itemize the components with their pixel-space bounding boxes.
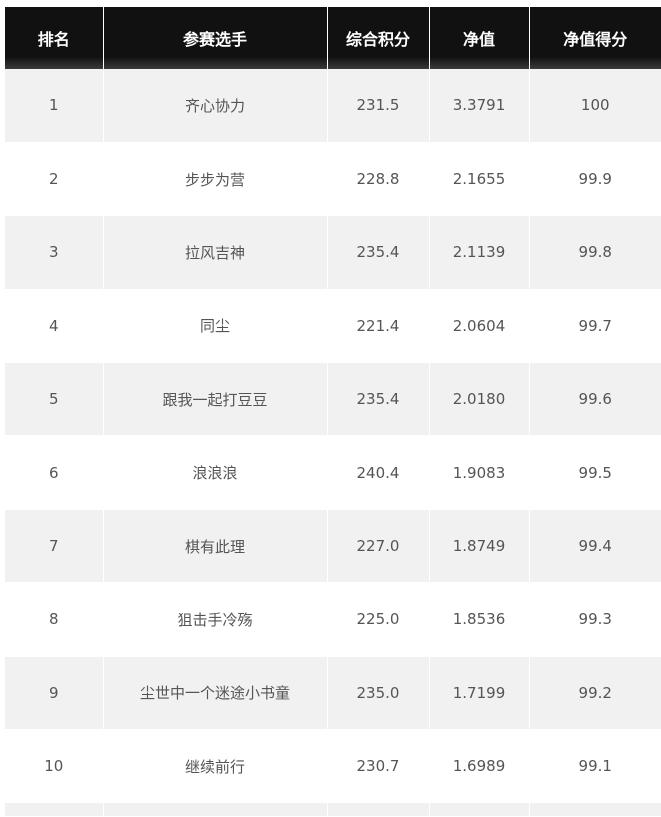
cell-total-score: 235.4 bbox=[326, 362, 429, 437]
cell-net-value-score: 99.2 bbox=[528, 656, 661, 731]
cell-total-score: 235.0 bbox=[326, 656, 429, 731]
cell-player: 跟我一起打豆豆 bbox=[102, 362, 327, 437]
cell-rank: 1 bbox=[5, 69, 103, 143]
cell-net-value: 2.1655 bbox=[428, 142, 529, 217]
cell-total-score: 230.7 bbox=[326, 729, 429, 804]
cell-total-score: 228.8 bbox=[326, 142, 429, 217]
ranking-table: 排名 参赛选手 综合积分 净值 净值得分 1 齐心协力 231.5 3.3791… bbox=[5, 7, 661, 817]
table-row: 8 狙击手冷殇 225.0 1.8536 99.3 bbox=[5, 582, 661, 657]
cell-total-score: 235.4 bbox=[326, 215, 429, 290]
table-row: 5 跟我一起打豆豆 235.4 2.0180 99.6 bbox=[5, 362, 661, 437]
cell-total-score: 227.0 bbox=[326, 509, 429, 584]
table-body: 1 齐心协力 231.5 3.3791 100 2 步步为营 228.8 2.1… bbox=[5, 69, 661, 817]
cell-player: 拉风吉神 bbox=[102, 215, 327, 290]
cell-net-value: 1.6989 bbox=[428, 729, 529, 804]
table-row: 2 步步为营 228.8 2.1655 99.9 bbox=[5, 142, 661, 217]
cell-player: 齐心协力 bbox=[102, 69, 327, 143]
header-row: 排名 参赛选手 综合积分 净值 净值得分 bbox=[5, 7, 661, 69]
cell-rank: 10 bbox=[5, 729, 103, 804]
cell-player: 尘世中一个迷途小书童 bbox=[102, 656, 327, 731]
cell-net-value: 1.7199 bbox=[428, 656, 529, 731]
cell-rank: 6 bbox=[5, 435, 103, 510]
cell-net-value-score: 99.5 bbox=[528, 435, 661, 510]
cell-net-value-score: 99.8 bbox=[528, 215, 661, 290]
cell-player: 浪浪浪 bbox=[102, 435, 327, 510]
cell-player: 同尘 bbox=[102, 289, 327, 364]
cell-total-score: 225.0 bbox=[326, 582, 429, 657]
cell-total-score: 231.5 bbox=[326, 69, 429, 143]
cell-net-value: 2.0180 bbox=[428, 362, 529, 437]
table-row: 6 浪浪浪 240.4 1.9083 99.5 bbox=[5, 435, 661, 510]
cell-net-value: 2.1139 bbox=[428, 215, 529, 290]
cell-net-value: 1.8749 bbox=[428, 509, 529, 584]
table-header: 排名 参赛选手 综合积分 净值 净值得分 bbox=[5, 7, 661, 69]
cell-rank: 4 bbox=[5, 289, 103, 364]
header-net-value-score: 净值得分 bbox=[528, 7, 661, 69]
header-rank: 排名 bbox=[37, 30, 70, 49]
cell-net-value: 3.3791 bbox=[428, 69, 529, 143]
cell-total-score: 221.4 bbox=[326, 289, 429, 364]
cell-rank: 7 bbox=[5, 509, 103, 584]
cell-rank: 2 bbox=[5, 142, 103, 217]
cell-net-value: 1.8536 bbox=[428, 582, 529, 657]
cell-net-value: 1.9083 bbox=[428, 435, 529, 510]
table-row: 4 同尘 221.4 2.0604 99.7 bbox=[5, 289, 661, 364]
cell-net-value-score: 99.9 bbox=[528, 142, 661, 217]
cell-net-value-score: 99.4 bbox=[528, 509, 661, 584]
cell-rank: 8 bbox=[5, 582, 103, 657]
table-row: 3 拉风吉神 235.4 2.1139 99.8 bbox=[5, 215, 661, 290]
cell-rank: 5 bbox=[5, 362, 103, 437]
table-row: 10 继续前行 230.7 1.6989 99.1 bbox=[5, 729, 661, 804]
cell-player: 棋有此理 bbox=[102, 509, 327, 584]
cell-player: 继续前行 bbox=[102, 729, 327, 804]
ranking-table-container: 排名 参赛选手 综合积分 净值 净值得分 1 齐心协力 231.5 3.3791… bbox=[5, 7, 661, 817]
cell-net-value-score: 99.1 bbox=[528, 729, 661, 804]
cell-net-value-score: 99.6 bbox=[528, 362, 661, 437]
header-player: 参赛选手 bbox=[102, 7, 327, 69]
cell-net-value-score: 99.3 bbox=[528, 582, 661, 657]
table-row: 9 尘世中一个迷途小书童 235.0 1.7199 99.2 bbox=[5, 656, 661, 731]
table-row: 1 齐心协力 231.5 3.3791 100 bbox=[5, 69, 661, 143]
cell-net-value-score: 99.7 bbox=[528, 289, 661, 364]
cell-rank: 3 bbox=[5, 215, 103, 290]
table-row-partial bbox=[5, 802, 661, 817]
cell-net-value: 2.0604 bbox=[428, 289, 529, 364]
cell-rank: 9 bbox=[5, 656, 103, 731]
cell-player: 狙击手冷殇 bbox=[102, 582, 327, 657]
cell-net-value-score: 100 bbox=[528, 69, 661, 143]
header-total-score: 综合积分 bbox=[326, 7, 429, 69]
cell-total-score: 240.4 bbox=[326, 435, 429, 510]
header-net-value: 净值 bbox=[428, 7, 529, 69]
cell-player: 步步为营 bbox=[102, 142, 327, 217]
table-row: 7 棋有此理 227.0 1.8749 99.4 bbox=[5, 509, 661, 584]
